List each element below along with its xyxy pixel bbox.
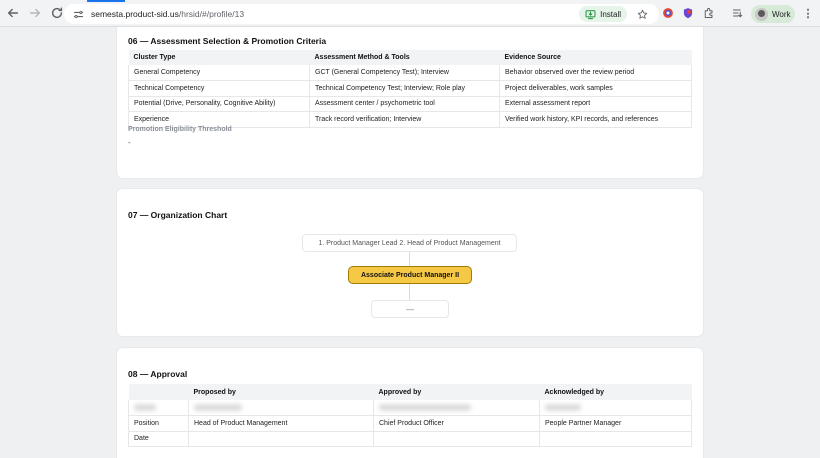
table-cell: General Competency [128,65,310,82]
active-tab-indicator [87,0,125,2]
table-cell: GCT (General Competency Test); Interview [309,65,500,82]
table-cell: People Partner Manager [539,415,692,432]
column-header-acknowledged-by: Acknowledged by [539,384,692,400]
table-cell: Chief Product Officer [373,415,540,432]
position-label: Position [128,415,189,432]
redacted-name [373,400,540,417]
assessment-table: Cluster Type Assessment Method & Tools E… [128,50,692,128]
org-connector-line [409,252,410,266]
table-cell: Assessment center / psychometric tool [309,96,500,113]
back-button[interactable] [3,3,23,23]
redacted-name [188,400,374,417]
promotion-threshold-value: - [128,138,131,147]
table-cell [373,431,540,448]
table-row: General Competency GCT (General Competen… [128,65,692,82]
table-cell: Track record verification; Interview [309,111,500,128]
column-header-evidence: Evidence Source [499,50,692,65]
table-row: Date [128,431,692,448]
table-row [128,400,692,417]
table-cell: Project deliverables, work samples [499,80,692,97]
section-08-title: 08 — Approval [128,369,188,379]
reload-icon [51,7,63,19]
column-header-approved-by: Approved by [373,384,540,400]
install-label: Install [600,9,621,19]
date-label: Date [128,431,189,448]
profile-label: Work [772,9,791,19]
page-content: 06 — Assessment Selection & Promotion Cr… [0,27,820,458]
browser-toolbar: semesta.product-sid.us/hrsid/#/profile/1… [0,0,820,27]
table-cell [188,431,374,448]
column-header-proposed-by: Proposed by [188,384,374,400]
address-bar[interactable]: semesta.product-sid.us/hrsid/#/profile/1… [64,4,659,24]
approval-table: Proposed by Approved by Acknowledged by … [128,384,692,448]
profile-button[interactable]: Work [751,5,795,23]
organization-chart-card: 07 — Organization Chart 1. Product Manag… [117,189,703,336]
site-settings-icon[interactable] [70,6,86,22]
table-header-row: Proposed by Approved by Acknowledged by [128,384,692,400]
table-cell: Technical Competency Test; Interview; Ro… [309,80,500,97]
column-header-cluster-type: Cluster Type [128,50,310,65]
extensions-puzzle-icon[interactable] [702,6,716,20]
redacted-label [128,400,189,417]
org-subordinate-node: — [371,300,449,318]
table-cell: Behavior observed over the review period [499,65,692,82]
url-path: /hrsid/#/profile/13 [178,9,245,19]
arrow-left-icon [7,8,19,18]
org-superior-node: 1. Product Manager Lead 2. Head of Produ… [302,234,517,252]
url-domain: semesta.product-sid.us [91,9,179,19]
arrow-right-icon [29,8,41,18]
reading-list-icon[interactable] [731,6,745,20]
install-app-button[interactable]: Install [579,6,627,22]
table-cell: Technical Competency [128,80,310,97]
org-connector-line [409,284,410,300]
table-row: Technical Competency Technical Competenc… [128,80,692,97]
browser-menu-icon[interactable]: ⋮ [803,6,814,20]
bookmark-star-button[interactable] [635,7,649,21]
table-cell: Verified work history, KPI records, and … [499,111,692,128]
table-cell [539,431,692,448]
section-06-title: 06 — Assessment Selection & Promotion Cr… [128,36,327,46]
table-row: Potential (Drive, Personality, Cognitive… [128,96,692,113]
star-icon [637,9,647,19]
extension-shield-icon[interactable] [681,6,695,20]
promotion-threshold-label: Promotion Eligibility Threshold [128,126,232,133]
table-cell: Potential (Drive, Personality, Cognitive… [128,96,310,113]
assessment-criteria-card: 06 — Assessment Selection & Promotion Cr… [117,27,703,178]
table-row: Position Head of Product Management Chie… [128,415,692,432]
org-current-position-node[interactable]: Associate Product Manager II [348,266,472,284]
url-text[interactable]: semesta.product-sid.us/hrsid/#/profile/1… [91,9,244,19]
section-07-title: 07 — Organization Chart [128,210,228,220]
column-header-blank [128,384,189,400]
forward-button[interactable] [25,3,45,23]
redacted-name [539,400,692,417]
table-header-row: Cluster Type Assessment Method & Tools E… [128,50,692,65]
extension-record-icon[interactable] [661,6,675,20]
table-cell: External assessment report [499,96,692,113]
column-header-method: Assessment Method & Tools [309,50,500,65]
table-cell: Head of Product Management [188,415,374,432]
install-icon [585,9,596,19]
avatar [755,7,768,21]
approval-card: 08 — Approval Proposed by Approved by Ac… [117,348,703,458]
